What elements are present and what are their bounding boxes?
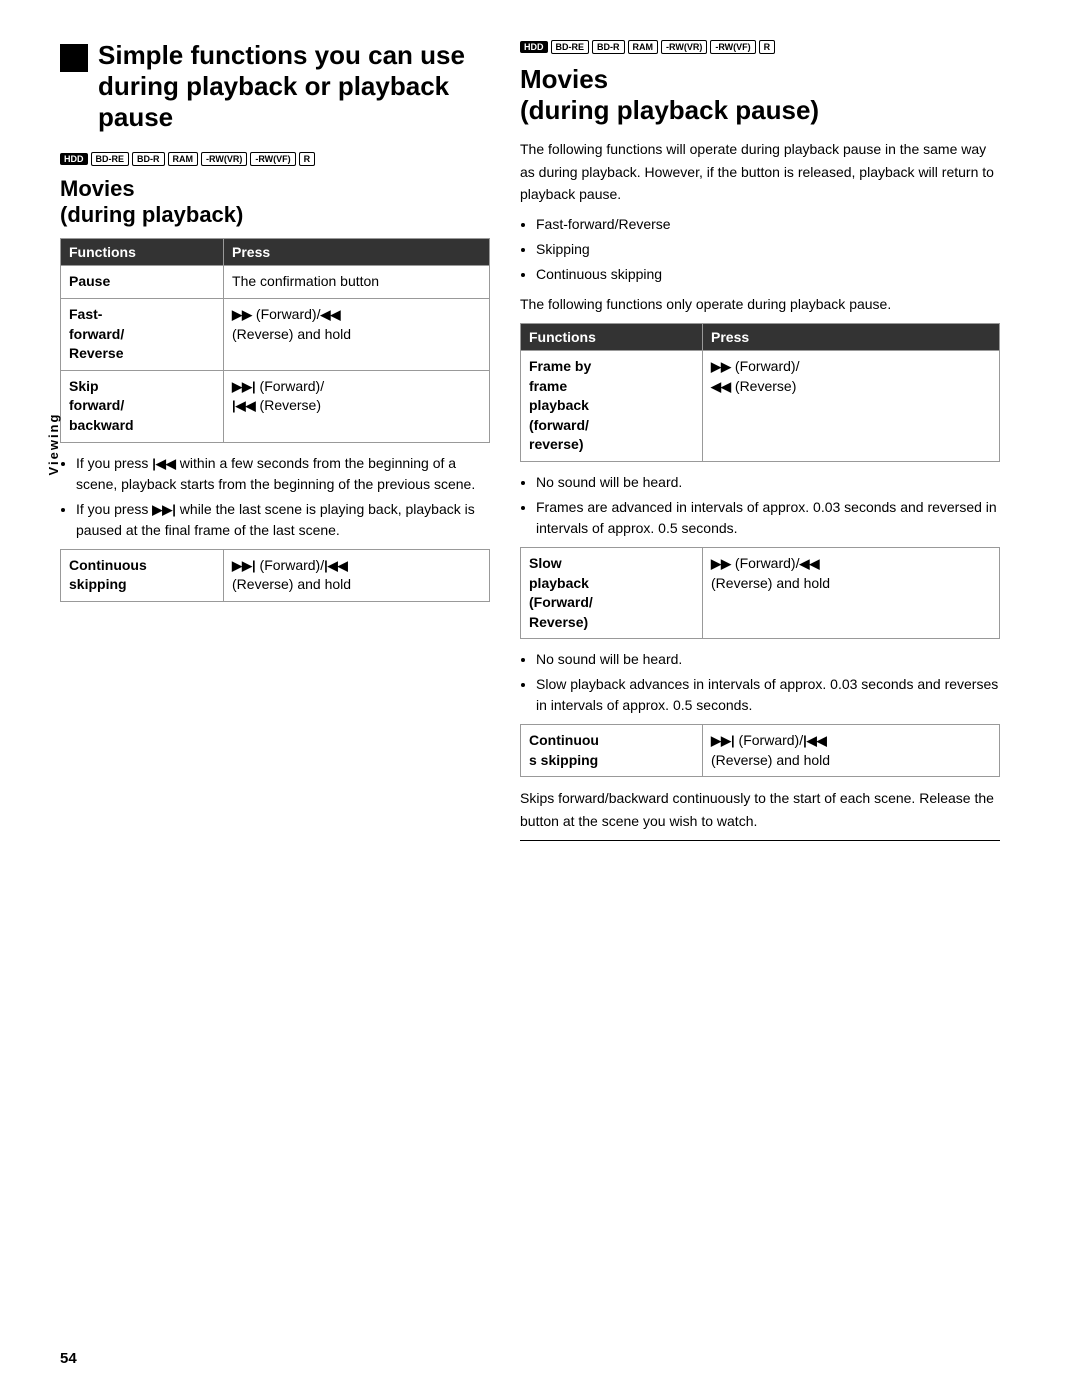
badge-r: R (299, 152, 316, 166)
left-func-table2: Continuousskipping ▶▶| (Forward)/|◀◀(Rev… (60, 549, 490, 602)
badge-rwvf: -RW(VF) (250, 152, 295, 166)
func-cont-skip: Continuousskipping (61, 549, 224, 601)
note-item: If you press |◀◀ within a few seconds fr… (76, 453, 490, 495)
badge-ram: RAM (168, 152, 199, 166)
table-row: Skipforward/backward ▶▶| (Forward)/|◀◀ (… (61, 370, 490, 442)
press-pause: The confirmation button (224, 266, 490, 299)
note-item: Frames are advanced in intervals of appr… (536, 497, 1000, 539)
right-section-title: Movies (during playback pause) (520, 64, 1000, 126)
right-column: HDD BD-RE BD-R RAM -RW(VR) -RW(VF) R Mov… (520, 40, 1000, 847)
press-cont-skip: ▶▶| (Forward)/|◀◀(Reverse) and hold (224, 549, 490, 601)
black-square-icon (60, 44, 88, 72)
func-ffrev: Fast-forward/Reverse (61, 298, 224, 370)
right-note2: The following functions only operate dur… (520, 293, 1000, 315)
func-skip: Skipforward/backward (61, 370, 224, 442)
left-notes: If you press |◀◀ within a few seconds fr… (76, 453, 490, 541)
page-container: Viewing Simple functions you can use dur… (0, 0, 1080, 887)
right-intro: The following functions will operate dur… (520, 138, 1000, 205)
right-bullet-list: Fast-forward/Reverse Skipping Continuous… (536, 214, 1000, 285)
right-badge-row: HDD BD-RE BD-R RAM -RW(VR) -RW(VF) R (520, 40, 1000, 54)
right-final-note: Skips forward/backward continuously to t… (520, 787, 1000, 832)
func-cont-skip-r: Continuous skipping (521, 725, 703, 777)
press-frame: ▶▶ (Forward)/◀◀ (Reverse) (703, 350, 1000, 461)
note-item: If you press ▶▶| while the last scene is… (76, 499, 490, 541)
section-title-block: Simple functions you can use during play… (60, 40, 490, 134)
bottom-divider (520, 840, 1000, 841)
badge-r-r: R (759, 40, 776, 54)
bullet-item: Continuous skipping (536, 264, 1000, 285)
right-func-table2: Slowplayback(Forward/Reverse) ▶▶ (Forwar… (520, 547, 1000, 639)
left-func-table: Functions Press Pause The confirmation b… (60, 238, 490, 442)
badge-bdr-r: BD-R (592, 40, 625, 54)
press-cont-skip-r: ▶▶| (Forward)/|◀◀(Reverse) and hold (703, 725, 1000, 777)
table-row: Fast-forward/Reverse ▶▶ (Forward)/◀◀(Rev… (61, 298, 490, 370)
badge-bdr: BD-R (132, 152, 165, 166)
table-row: Pause The confirmation button (61, 266, 490, 299)
badge-rwvf-r: -RW(VF) (710, 40, 755, 54)
press-ffrev: ▶▶ (Forward)/◀◀(Reverse) and hold (224, 298, 490, 370)
table-row: Continuous skipping ▶▶| (Forward)/|◀◀(Re… (521, 725, 1000, 777)
right-func-table3: Continuous skipping ▶▶| (Forward)/|◀◀(Re… (520, 724, 1000, 777)
badge-rwvr: -RW(VR) (201, 152, 247, 166)
table-row: Slowplayback(Forward/Reverse) ▶▶ (Forwar… (521, 547, 1000, 638)
press-skip: ▶▶| (Forward)/|◀◀ (Reverse) (224, 370, 490, 442)
note-item: No sound will be heard. (536, 649, 1000, 670)
badge-bdre: BD-RE (91, 152, 130, 166)
right-notes2: No sound will be heard. Slow playback ad… (536, 649, 1000, 716)
col-press-r: Press (703, 323, 1000, 350)
badge-hdd-r: HDD (520, 41, 548, 53)
press-slow: ▶▶ (Forward)/◀◀(Reverse) and hold (703, 547, 1000, 638)
func-slow: Slowplayback(Forward/Reverse) (521, 547, 703, 638)
right-func-table1: Functions Press Frame byframeplayback(fo… (520, 323, 1000, 462)
section-title: Simple functions you can use during play… (98, 40, 490, 134)
left-column: Simple functions you can use during play… (60, 40, 490, 847)
table-row: Frame byframeplayback(forward/reverse) ▶… (521, 350, 1000, 461)
note-item: Slow playback advances in intervals of a… (536, 674, 1000, 716)
right-notes1: No sound will be heard. Frames are advan… (536, 472, 1000, 539)
col-press: Press (224, 239, 490, 266)
note-item: No sound will be heard. (536, 472, 1000, 493)
col-functions: Functions (61, 239, 224, 266)
bullet-item: Skipping (536, 239, 1000, 260)
bullet-item: Fast-forward/Reverse (536, 214, 1000, 235)
badge-rwvr-r: -RW(VR) (661, 40, 707, 54)
badge-hdd: HDD (60, 153, 88, 165)
func-pause: Pause (61, 266, 224, 299)
func-frame: Frame byframeplayback(forward/reverse) (521, 350, 703, 461)
col-functions-r: Functions (521, 323, 703, 350)
viewing-label: Viewing (46, 412, 61, 475)
badge-ram-r: RAM (628, 40, 659, 54)
badge-bdre-r: BD-RE (551, 40, 590, 54)
left-badge-row: HDD BD-RE BD-R RAM -RW(VR) -RW(VF) R (60, 152, 490, 166)
left-subsection-title: Movies (during playback) (60, 176, 490, 229)
table-row: Continuousskipping ▶▶| (Forward)/|◀◀(Rev… (61, 549, 490, 601)
page-number: 54 (60, 1350, 77, 1367)
